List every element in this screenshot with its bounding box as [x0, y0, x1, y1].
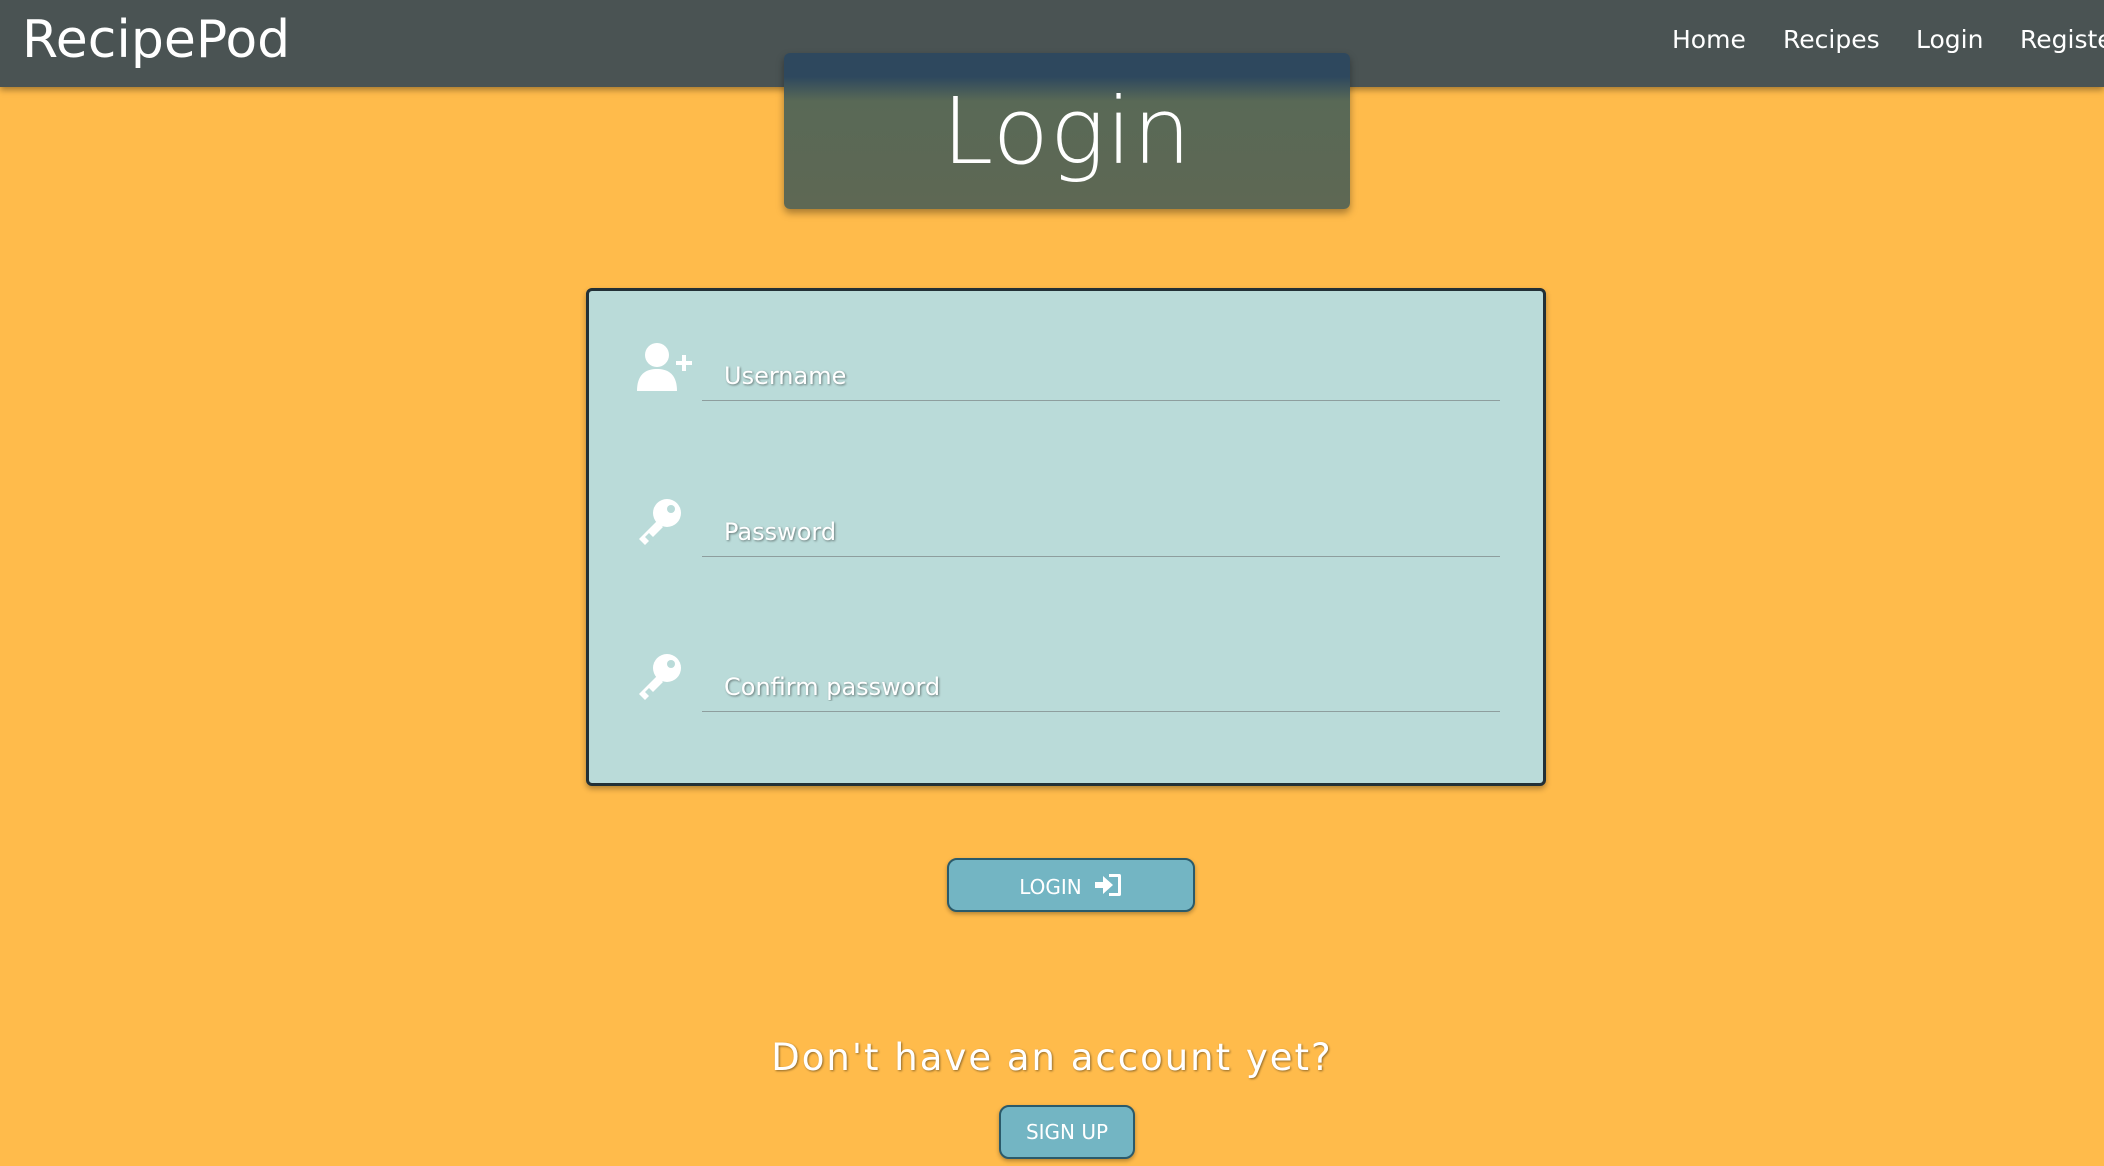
nav-link-login[interactable]: Login: [1916, 24, 1983, 56]
password-input[interactable]: [702, 507, 1500, 557]
nav-link-register[interactable]: Registe: [2020, 24, 2104, 56]
password-field-row: [589, 477, 1543, 577]
confirm-password-field-row: [589, 632, 1543, 732]
page-title-banner: Login: [784, 53, 1350, 209]
confirm-password-input[interactable]: [702, 662, 1500, 712]
username-input[interactable]: [702, 351, 1500, 401]
nav-link-recipes[interactable]: Recipes: [1783, 24, 1880, 56]
login-button-label: LOGIN: [1019, 875, 1082, 899]
signup-prompt: Don't have an account yet?: [771, 1036, 1333, 1079]
login-form-card: [586, 288, 1546, 786]
user-plus-icon: [635, 341, 695, 393]
username-field-row: [589, 321, 1543, 421]
nav-link-home[interactable]: Home: [1672, 24, 1746, 56]
page-title: Login: [941, 78, 1192, 185]
sign-in-icon: [1093, 872, 1123, 898]
login-button[interactable]: LOGIN: [947, 858, 1195, 912]
signup-button[interactable]: SIGN UP: [999, 1105, 1135, 1159]
brand-logo[interactable]: RecipePod: [22, 8, 290, 72]
key-icon: [635, 497, 695, 549]
key-icon: [635, 652, 695, 704]
